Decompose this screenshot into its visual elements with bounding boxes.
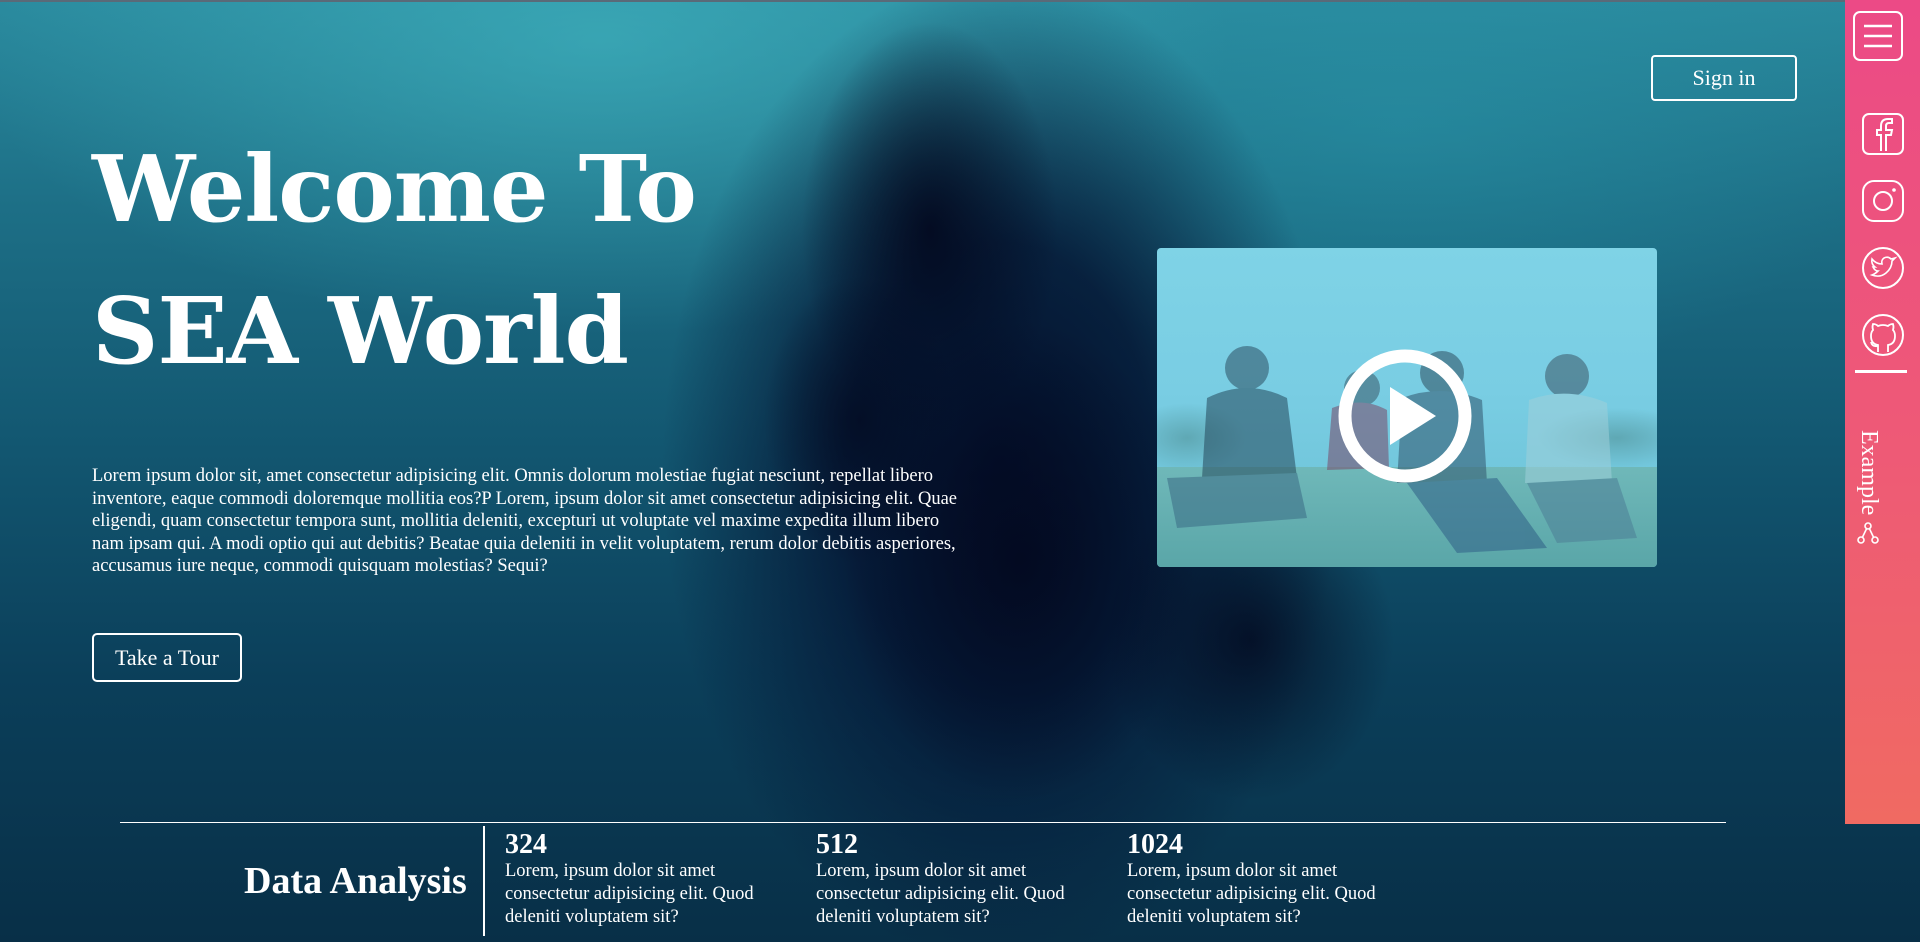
facebook-icon[interactable] <box>1860 111 1906 157</box>
stat-item: 512 Lorem, ipsum dolor sit amet consecte… <box>816 830 1106 929</box>
twitter-icon[interactable] <box>1860 245 1906 291</box>
github-icon[interactable] <box>1860 312 1906 358</box>
data-section-divider <box>120 822 1726 823</box>
instagram-icon[interactable] <box>1860 178 1906 224</box>
hero-description: Lorem ipsum dolor sit, amet consectetur … <box>92 466 957 577</box>
data-analysis-title: Data Analysis <box>244 860 467 902</box>
top-strip <box>0 0 1920 2</box>
play-icon[interactable] <box>1338 349 1472 483</box>
stat-description: Lorem, ipsum dolor sit amet consectetur … <box>816 861 1065 927</box>
sign-in-button[interactable]: Sign in <box>1651 55 1797 101</box>
data-section-vertical-divider <box>483 826 485 936</box>
stat-item: 1024 Lorem, ipsum dolor sit amet consect… <box>1127 830 1417 929</box>
stat-description: Lorem, ipsum dolor sit amet consectetur … <box>1127 861 1376 927</box>
example-label: Example <box>1856 430 1882 516</box>
hero-title: Welcome To SEA World <box>92 135 697 385</box>
stat-value: 512 <box>816 829 858 860</box>
menu-icon[interactable] <box>1852 10 1904 62</box>
side-panel-divider <box>1855 370 1907 373</box>
social-side-panel: Example <box>1845 0 1920 824</box>
stat-value: 1024 <box>1127 829 1183 860</box>
share-icon <box>1857 522 1880 545</box>
stat-description: Lorem, ipsum dolor sit amet consectetur … <box>505 861 754 927</box>
stat-value: 324 <box>505 829 547 860</box>
example-link[interactable]: Example <box>1855 430 1882 545</box>
page: Sign in Welcome To SEA World Lorem ipsum… <box>0 0 1920 942</box>
take-a-tour-button[interactable]: Take a Tour <box>92 633 242 682</box>
stat-item: 324 Lorem, ipsum dolor sit amet consecte… <box>505 830 795 929</box>
video-thumbnail[interactable] <box>1157 248 1657 567</box>
